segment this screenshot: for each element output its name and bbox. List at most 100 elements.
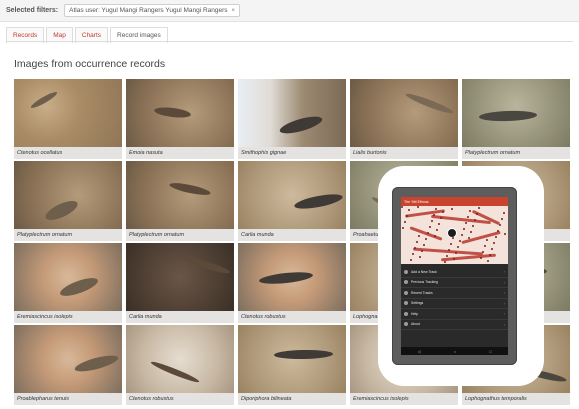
artwork-dot [442,211,444,213]
reptile-silhouette [293,191,344,212]
artwork-dot [469,210,471,212]
home-icon[interactable]: ○ [454,349,456,354]
reptile-silhouette [184,255,231,276]
artwork-dot [444,261,446,263]
record-image-tile[interactable]: Carlia munda [126,243,234,323]
artwork-dot [476,213,478,215]
artwork-dot [421,250,423,252]
menu-item-label: Help [411,311,418,316]
chevron-right-icon: › [503,279,505,285]
artwork-dot [457,246,459,248]
android-nav-bar: ◁ ○ □ [401,347,508,355]
reptile-silhouette [153,105,192,120]
chevron-right-icon: › [503,269,505,275]
species-caption: Platyplectrum ornatum [14,229,122,241]
artwork-dot [461,234,463,236]
artwork-dot [433,214,435,216]
artwork-dot [455,252,457,254]
record-image-tile[interactable]: Diporiphora bilineata [238,325,346,405]
artwork-dot [404,221,406,223]
menu-icon [404,280,408,285]
record-image-tile[interactable]: Ctenotus robustus [238,243,346,323]
artwork-dot [497,230,499,232]
menu-icon [404,301,408,306]
species-caption: Emoia nasuta [126,147,234,159]
artwork-dot [436,229,438,231]
filter-chip[interactable]: Atlas user: Yugul Mangi Rangers Yugul Ma… [64,4,241,17]
artwork-dot [463,228,465,230]
menu-item-about[interactable]: About › [401,320,508,330]
artwork-dot [406,215,408,217]
record-image-tile[interactable]: Ctenotus ocellatus [14,79,122,159]
menu-icon [404,311,408,316]
artwork-dot [412,253,414,255]
menu-item-previous-tracking[interactable]: Previous Tracking › [401,278,508,288]
record-photo [126,79,234,147]
record-image-tile[interactable]: Platyplectrum ornatum [14,161,122,241]
close-icon[interactable]: × [232,8,236,14]
artwork-dot [401,206,403,208]
artwork-dot [467,216,469,218]
app-menu: Add a New Track › Previous Tracking › Re… [401,264,508,330]
recents-icon[interactable]: □ [489,349,491,354]
artwork-dot [478,207,480,209]
artwork-dot [425,238,427,240]
selected-filters-bar: Selected filters: Atlas user: Yugul Mang… [0,0,579,22]
record-image-tile[interactable]: Proablepharus tenuis [14,325,122,405]
record-image-tile[interactable]: Lialis burtonis [350,79,458,159]
filters-label: Selected filters: [6,7,59,14]
artwork-dot [419,256,421,258]
reptile-silhouette [168,180,212,198]
artwork-dot [453,258,455,260]
menu-item-label: About [411,322,420,327]
record-photo [14,325,122,393]
record-photo [126,161,234,229]
reptile-silhouette [42,197,81,224]
record-photo [462,79,570,147]
artwork-dot [474,219,476,221]
artwork-dot [417,206,419,208]
reptile-silhouette [149,359,201,385]
record-image-tile[interactable]: Eremiascincus isolepis [14,243,122,323]
menu-item-add-track[interactable]: Add a New Track › [401,267,508,278]
chevron-right-icon: › [503,290,505,296]
artwork-dot [493,242,495,244]
species-caption: Lialis burtonis [350,147,458,159]
menu-item-help[interactable]: Help › [401,309,508,320]
tablet-screen: The Yitti Ethnos Add a New Track › Previ… [401,197,508,355]
record-photo [14,79,122,147]
tablet-device: The Yitti Ethnos Add a New Track › Previ… [392,187,517,365]
artwork-dot [501,218,503,220]
record-image-tile[interactable]: Platyplectrum ornatum [126,161,234,241]
artwork-dot [402,227,404,229]
record-image-tile[interactable]: Carlia munda [238,161,346,241]
artwork-dot [438,223,440,225]
record-image-tile[interactable]: Ctenotus robustus [126,325,234,405]
menu-item-recent-tracks[interactable]: Recent Tracks › [401,288,508,299]
artwork-dot [427,232,429,234]
artwork-dot [431,220,433,222]
artwork-dot [472,225,474,227]
artwork-dot [487,260,489,262]
artwork-dot [414,247,416,249]
artwork-dot [408,209,410,211]
species-caption: Eremiascincus isolepis [14,311,122,323]
species-caption: Ctenotus robustus [238,311,346,323]
record-image-tile[interactable]: Smithophis gignae [238,79,346,159]
artwork-dot [440,217,442,219]
app-banner-artwork [401,206,508,264]
menu-item-label: Previous Tracking [411,280,438,285]
menu-item-settings[interactable]: Settings › [401,299,508,309]
species-caption: Ctenotus ocellatus [14,147,122,159]
back-icon[interactable]: ◁ [418,349,421,354]
record-photo [14,161,122,229]
artwork-dot [448,249,450,251]
chevron-right-icon: › [503,321,505,327]
artwork-dot [452,237,454,239]
record-image-tile[interactable]: Platyplectrum ornatum [462,79,570,159]
record-image-tile[interactable]: Emoia nasuta [126,79,234,159]
record-photo [238,79,346,147]
app-title: The Yitti Ethnos [404,199,429,204]
menu-item-label: Recent Tracks [411,290,433,295]
reptile-silhouette [73,352,120,375]
